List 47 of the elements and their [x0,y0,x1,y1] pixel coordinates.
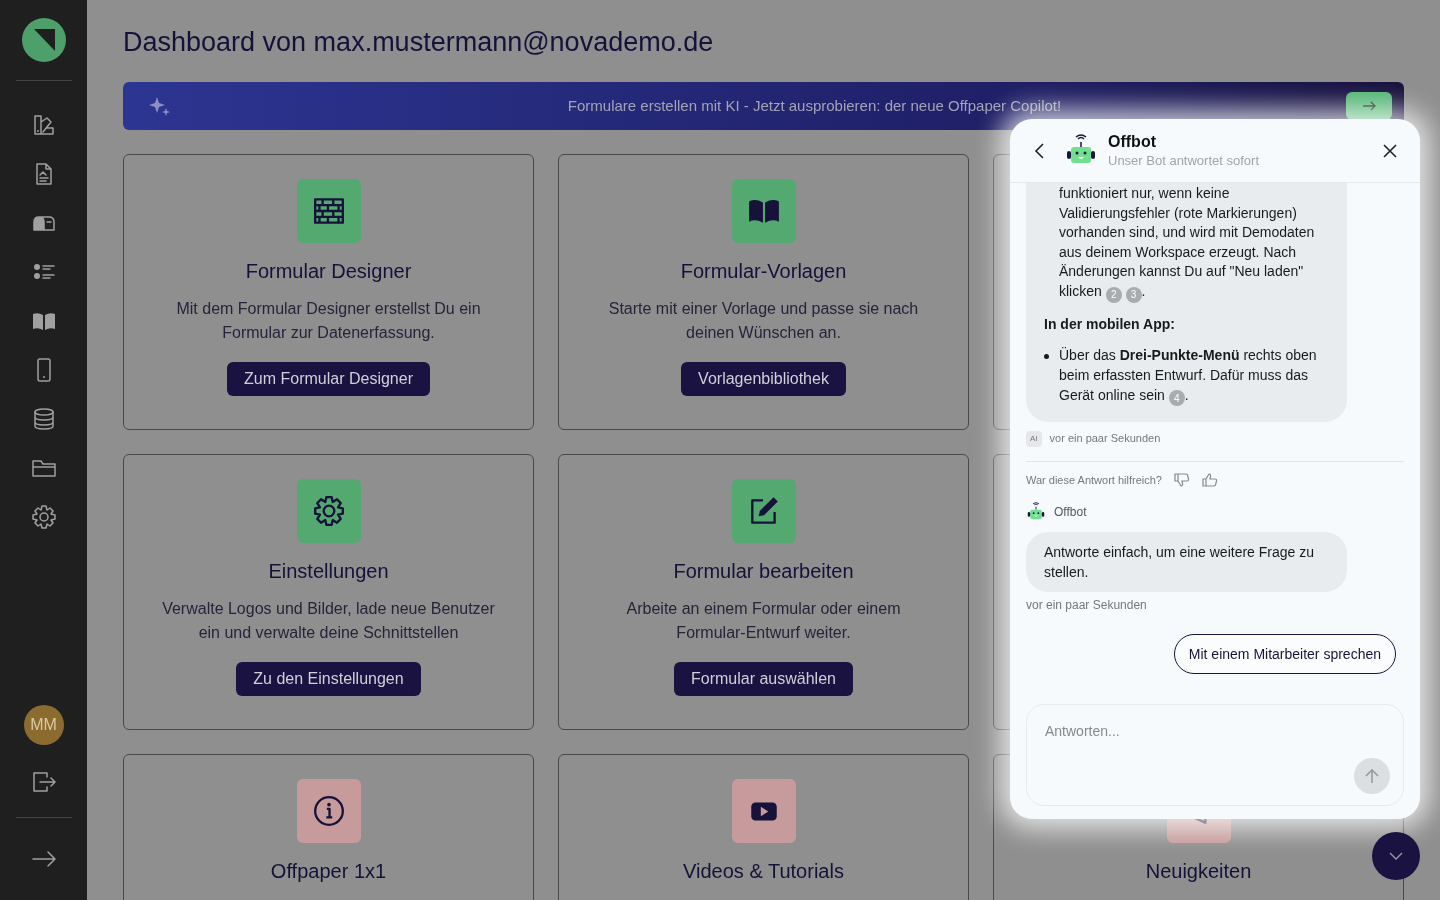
chevron-down-icon [1389,852,1403,860]
list-item-text: funktioniert nur, wenn keine Validierungsfehler (rote Markierungen) vorhanden sind, und wird mit Demodaten aus deinem Workspace erzeugt. Nach Änderungen kannst Du auf "Neu laden" klicken 2 3 . [1059,184,1333,303]
card-button[interactable]: Vorlagenbibliothek [681,362,846,396]
card-description: Starte mit einer Vorlage und passe sie nach deinen Wünschen an. [607,299,920,343]
page-title: Dashboard von max.mustermann@novademo.de [123,26,715,58]
card-button[interactable]: Zu den Einstellungen [236,662,421,696]
card-button[interactable]: Formular auswählen [674,662,853,696]
chat-toggle-button[interactable] [1372,832,1420,880]
feedback-question: War diese Antwort hilfreich? [1026,472,1162,488]
arrow-up-icon [1365,768,1379,785]
settings-icon [311,494,346,528]
card-title: Formular bearbeiten [673,559,854,584]
card-title: Neuigkeiten [1145,859,1252,884]
settings-icon[interactable] [30,504,57,530]
card-title: Videos & Tutorials [683,859,844,884]
chat-subtitle: Unser Bot antwortet sofort [1108,151,1259,170]
logout-icon[interactable] [30,769,57,795]
timestamp: vor ein paar Sekunden [1026,597,1148,615]
talk-to-agent-button[interactable]: Mit einem Mitarbeiter sprechen [1173,634,1396,675]
card-description: Verwalte Logos und Bilder, lade neue Benutzer ein und verwalte deine Schnittstellen [161,599,496,643]
thumbs-up-icon[interactable] [1201,472,1218,489]
card-title: Offpaper 1x1 [270,859,387,884]
list-item-text: Über das Drei-Punkte-Menü rechts oben beim erfassten Entwurf. Dafür muss das Gerät online sein 4 . [1059,346,1333,407]
card-button[interactable]: Zum Formular Designer [227,362,430,396]
chat-title: Offbot [1108,131,1157,152]
arrow-button[interactable] [1346,92,1392,120]
bullet-icon [1044,354,1049,360]
banner-text: Formulare erstellen mit KI - Jetzt ausprobieren: der neue Offpaper Copilot! [566,95,1063,116]
close-icon[interactable] [1382,142,1398,159]
card-title: Formular Designer [245,259,412,284]
arrow-icon [1362,101,1376,111]
timestamp: vor ein paar Sekunden [1049,431,1161,447]
ai-badge: AI [1026,430,1042,447]
promo-banner[interactable]: Formulare erstellen mit KI - Jetzt ausprobieren: der neue Offpaper Copilot! [123,82,1404,130]
thumbs-down-icon[interactable] [1173,472,1190,489]
card-title: Formular-Vorlagen [680,259,847,284]
logo-icon[interactable] [21,18,66,62]
sender-name: Offbot [1054,504,1087,522]
message-bubble: Antworte einfach, um eine weitere Frage zu stellen. [1026,532,1347,593]
arrow-right-icon[interactable] [30,850,57,868]
card-title: Einstellungen [268,559,389,584]
answer-heading: In der mobilen App: [1044,314,1176,334]
card-description: Arbeite an einem Formular oder einem Formular-Entwurf weiter. [625,599,902,643]
card-description: Mit dem Formular Designer erstellst Du ein Formular zur Datenerfassung. [175,299,482,343]
sparkle-icon [149,95,171,117]
info-icon [311,794,346,828]
reply-input[interactable]: Antworten... [1026,704,1404,807]
